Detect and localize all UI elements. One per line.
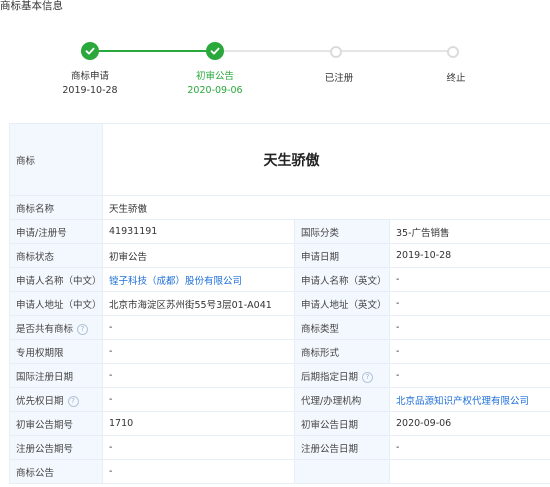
applicant-name-link[interactable]: 镗子科技（成都）股份有限公司 (109, 276, 242, 287)
question-circle-icon[interactable]: ? (77, 323, 89, 335)
table-row: 申请人地址（中文） 北京市海淀区苏州街55号3层01-A041 申请人地址（英文… (9, 291, 550, 316)
table-row: 专用权期限 - 商标形式 - (9, 339, 550, 364)
field-value: 北京市海淀区苏州街55号3层01-A041 (102, 291, 295, 316)
field-label: 商标类型 (294, 315, 390, 340)
field-value: - (102, 387, 295, 412)
field-label: 申请人地址（英文） (294, 291, 390, 316)
field-label: 注册公告期号 (9, 435, 103, 460)
step-1-title: 商标申请 (70, 71, 110, 82)
step-2-check-icon (206, 42, 224, 60)
field-value: - (388, 363, 550, 388)
trademark-info-table: 商标 天生骄傲 商标名称 天生骄傲 申请/注册号 41931191 国际分类 3… (9, 123, 550, 484)
field-value: - (102, 435, 295, 460)
field-value: - (388, 315, 550, 340)
field-value: - (102, 459, 295, 484)
table-row: 商标状态 初审公告 申请日期 2019-10-28 (9, 243, 550, 268)
field-value: - (102, 315, 295, 340)
field-value: 41931191 (102, 219, 295, 244)
field-label: 后期指定日期? (294, 363, 390, 388)
field-value: - (102, 339, 295, 364)
trademark-name-value: 天生骄傲 (101, 195, 550, 220)
question-circle-icon[interactable]: ? (67, 395, 79, 407)
field-label: 商标形式 (294, 339, 390, 364)
step-3-title: 已注册 (324, 73, 354, 84)
trademark-label: 商标 (9, 123, 103, 196)
field-label: 申请人地址（中文） (9, 291, 103, 316)
field-value: - (388, 267, 550, 292)
field-label: 优先权日期? (9, 387, 103, 412)
step-3-circle-icon (330, 46, 342, 58)
trademark-name-label: 商标名称 (9, 195, 103, 220)
field-label: 专用权期限 (9, 339, 103, 364)
field-label: 国际注册日期 (9, 363, 103, 388)
trademark-image-text: 天生骄傲 (263, 152, 320, 169)
field-value: - (102, 363, 295, 388)
field-label: 申请人名称（中文） (9, 267, 103, 292)
field-label: 国际分类 (294, 219, 390, 244)
field-value: 2020-09-06 (388, 411, 550, 436)
field-label (294, 459, 390, 484)
field-value: - (388, 291, 550, 316)
table-row: 申请人名称（中文） 镗子科技（成都）股份有限公司 申请人名称（英文） - (9, 267, 550, 292)
table-row: 初审公告期号 1710 初审公告日期 2020-09-06 (9, 411, 550, 436)
field-label: 商标公告 (9, 459, 103, 484)
field-value: 镗子科技（成都）股份有限公司 (102, 267, 295, 292)
step-2-date: 2020-09-06 (187, 85, 243, 96)
field-label: 申请/注册号 (9, 219, 103, 244)
field-value: - (388, 435, 550, 460)
field-label: 注册公告日期 (294, 435, 390, 460)
field-label: 申请人名称（英文） (294, 267, 390, 292)
table-row: 商标 天生骄傲 (9, 123, 550, 196)
field-value: 1710 (102, 411, 295, 436)
agency-link[interactable]: 北京品源知识产权代理有限公司 (396, 396, 529, 407)
table-row: 注册公告期号 - 注册公告日期 - (9, 435, 550, 460)
field-label: 初审公告期号 (9, 411, 103, 436)
trademark-image: 天生骄傲 (101, 123, 550, 196)
table-row: 商标公告 - (9, 459, 550, 484)
field-value: 2019-10-28 (388, 243, 550, 268)
field-label-text: 后期指定日期 (301, 371, 359, 383)
table-row: 商标名称 天生骄傲 (9, 195, 550, 220)
table-row: 国际注册日期 - 后期指定日期? - (9, 363, 550, 388)
table-row: 优先权日期? - 代理/办理机构 北京品源知识产权代理有限公司 (9, 387, 550, 412)
status-timeline: 商标申请 2019-10-28 初审公告 2020-09-06 已注册 终止 (0, 0, 550, 110)
table-row: 申请/注册号 41931191 国际分类 35-广告销售 (9, 219, 550, 244)
field-label: 申请日期 (294, 243, 390, 268)
step-1-date: 2019-10-28 (62, 85, 118, 96)
step-1-check-icon (81, 42, 99, 60)
step-4-circle-icon (447, 46, 459, 58)
timeline-progress-line (90, 50, 215, 52)
field-label-text: 优先权日期 (16, 395, 64, 407)
field-label: 是否共有商标? (9, 315, 103, 340)
field-label-text: 是否共有商标 (16, 323, 74, 335)
step-2-title: 初审公告 (195, 71, 235, 82)
field-value: 北京品源知识产权代理有限公司 (388, 387, 550, 412)
field-label: 代理/办理机构 (294, 387, 390, 412)
field-value (388, 459, 550, 484)
field-label: 商标状态 (9, 243, 103, 268)
step-4-title: 终止 (446, 73, 466, 84)
field-label: 初审公告日期 (294, 411, 390, 436)
question-circle-icon[interactable]: ? (362, 371, 374, 383)
field-value: 初审公告 (102, 243, 295, 268)
field-value: - (388, 339, 550, 364)
table-row: 是否共有商标? - 商标类型 - (9, 315, 550, 340)
field-value: 35-广告销售 (388, 219, 550, 244)
